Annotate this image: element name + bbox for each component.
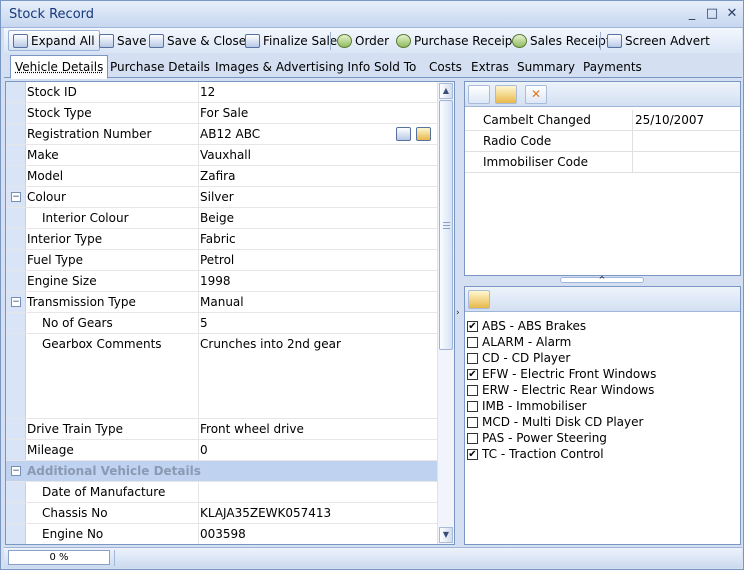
checkbox[interactable] bbox=[467, 336, 478, 348]
toolbar-separator bbox=[330, 32, 331, 50]
property-row-model[interactable]: Model Zafira bbox=[6, 166, 437, 187]
property-row-fuel-type[interactable]: Fuel Type Petrol bbox=[6, 250, 437, 271]
property-row-make[interactable]: Make Vauxhall bbox=[6, 145, 437, 166]
property-row-interior-type[interactable]: Interior Type Fabric bbox=[6, 229, 437, 250]
horizontal-splitter[interactable]: ^ bbox=[560, 275, 644, 284]
feature-checkbox[interactable]: PAS - Power Steering bbox=[467, 430, 607, 446]
features-toolbar bbox=[465, 287, 740, 312]
property-row-chassis-no[interactable]: Chassis No KLAJA35ZEWK057413 bbox=[6, 503, 437, 524]
checkbox[interactable]: ✔ bbox=[467, 448, 478, 460]
property-row-mileage[interactable]: Mileage 0 bbox=[6, 440, 437, 461]
purchase-receipt-button[interactable]: Purchase Receipt bbox=[391, 30, 522, 51]
checkbox[interactable] bbox=[467, 384, 478, 396]
registration-card-icon[interactable] bbox=[396, 127, 411, 141]
collapse-icon[interactable]: − bbox=[11, 466, 21, 476]
stock-record-window: Stock Record _ □ ✕ Expand All Save Save … bbox=[0, 0, 744, 570]
property-row-no-of-gears[interactable]: No of Gears 5 bbox=[6, 313, 437, 334]
close-icon[interactable]: ✕ bbox=[724, 6, 740, 22]
property-row-stock-type[interactable]: Stock Type For Sale bbox=[6, 103, 437, 124]
finalize-sale-button[interactable]: Finalize Sale bbox=[240, 30, 342, 51]
tab-purchase-details[interactable]: Purchase Details bbox=[106, 58, 214, 78]
property-row-registration[interactable]: Registration Number AB12 ABC bbox=[6, 124, 437, 145]
delete-icon[interactable]: ✕ bbox=[525, 85, 547, 104]
service-row-immobiliser[interactable]: Immobiliser Code bbox=[465, 152, 740, 173]
service-row-cambelt[interactable]: Cambelt Changed 25/10/2007 bbox=[465, 110, 740, 131]
expand-all-button[interactable]: Expand All bbox=[8, 30, 100, 51]
service-row-radio-code[interactable]: Radio Code bbox=[465, 131, 740, 152]
property-row-colour[interactable]: − Colour Silver bbox=[6, 187, 437, 208]
collapse-icon[interactable]: − bbox=[11, 192, 21, 202]
tab-payments[interactable]: Payments bbox=[579, 58, 646, 78]
feature-checkbox[interactable]: ALARM - Alarm bbox=[467, 334, 571, 350]
feature-checkbox[interactable]: ✔ ABS - ABS Brakes bbox=[467, 318, 586, 334]
screen-advert-button[interactable]: Screen Advert bbox=[602, 30, 715, 51]
tab-sold-to[interactable]: Sold To bbox=[370, 58, 420, 78]
printer-icon bbox=[607, 33, 622, 48]
toolbar-separator bbox=[600, 32, 601, 50]
checkbox[interactable]: ✔ bbox=[467, 368, 478, 380]
save-close-button[interactable]: Save & Close bbox=[144, 30, 251, 51]
property-row-transmission-type[interactable]: − Transmission Type Manual bbox=[6, 292, 437, 313]
checkbox[interactable] bbox=[467, 432, 478, 444]
feature-checkbox[interactable]: MCD - Multi Disk CD Player bbox=[467, 414, 643, 430]
floppy-disk-icon bbox=[99, 33, 114, 48]
feature-checkbox[interactable]: ✔ EFW - Electric Front Windows bbox=[467, 366, 656, 382]
section-additional-vehicle-details[interactable]: − Additional Vehicle Details bbox=[6, 461, 437, 482]
property-row-drive-train[interactable]: Drive Train Type Front wheel drive bbox=[6, 419, 437, 440]
chevron-up-icon[interactable]: ^ bbox=[599, 275, 606, 284]
property-row-engine-no[interactable]: Engine No 003598 bbox=[6, 524, 437, 544]
collapse-icon[interactable]: − bbox=[11, 297, 21, 307]
checkbox[interactable]: ✔ bbox=[467, 320, 478, 332]
vertical-splitter[interactable]: › bbox=[456, 81, 462, 545]
add-icon[interactable] bbox=[468, 85, 490, 104]
edit-icon[interactable] bbox=[468, 290, 490, 309]
toolbar: Expand All Save Save & Close Finalize Sa… bbox=[4, 28, 742, 53]
floppy-disk-icon bbox=[245, 33, 260, 48]
service-details-panel: ✕ Cambelt Changed 25/10/2007 Radio Code I… bbox=[464, 81, 741, 276]
checkbox[interactable] bbox=[467, 416, 478, 428]
save-button[interactable]: Save bbox=[94, 30, 151, 51]
progress-indicator: 0 % bbox=[8, 550, 110, 565]
checkbox[interactable] bbox=[467, 400, 478, 412]
feature-checkbox[interactable]: ERW - Electric Rear Windows bbox=[467, 382, 654, 398]
property-row-engine-size[interactable]: Engine Size 1998 bbox=[6, 271, 437, 292]
feature-checkbox[interactable]: IMB - Immobiliser bbox=[467, 398, 587, 414]
tab-images-advertising[interactable]: Images & Advertising Info bbox=[211, 58, 374, 78]
service-toolbar: ✕ bbox=[465, 82, 740, 107]
title-bar: Stock Record _ □ ✕ bbox=[1, 1, 743, 28]
vertical-scrollbar[interactable]: ▲ ▼ bbox=[437, 82, 454, 544]
maximize-icon[interactable]: □ bbox=[704, 6, 720, 22]
edit-icon[interactable] bbox=[416, 127, 431, 141]
checkbox[interactable] bbox=[467, 352, 478, 364]
status-bar: 0 % bbox=[4, 547, 742, 568]
tab-extras[interactable]: Extras bbox=[467, 58, 513, 78]
cash-icon bbox=[337, 33, 352, 48]
chevron-right-icon[interactable]: › bbox=[456, 308, 460, 318]
scroll-up-icon[interactable]: ▲ bbox=[439, 83, 453, 99]
tab-vehicle-details[interactable]: Vehicle Details bbox=[10, 55, 109, 79]
expand-icon bbox=[13, 33, 28, 48]
property-row-date-of-manufacture[interactable]: Date of Manufacture bbox=[6, 482, 437, 503]
cash-icon bbox=[396, 33, 411, 48]
edit-icon[interactable] bbox=[495, 85, 517, 104]
feature-checkbox[interactable]: CD - CD Player bbox=[467, 350, 570, 366]
tab-strip: Vehicle Details Purchase Details Images … bbox=[4, 54, 742, 79]
features-panel: ✔ ABS - ABS Brakes ALARM - Alarm CD - CD … bbox=[464, 286, 741, 545]
floppy-disk-icon bbox=[149, 33, 164, 48]
feature-checkbox[interactable]: ✔ TC - Traction Control bbox=[467, 446, 604, 462]
scroll-down-icon[interactable]: ▼ bbox=[439, 527, 453, 543]
vehicle-property-grid: Stock ID 12 Stock Type For Sale Registrati… bbox=[5, 81, 455, 545]
property-row-stock-id[interactable]: Stock ID 12 bbox=[6, 82, 437, 103]
property-row-interior-colour[interactable]: Interior Colour Beige bbox=[6, 208, 437, 229]
window-title: Stock Record bbox=[9, 7, 95, 22]
scroll-thumb[interactable] bbox=[439, 100, 453, 350]
tab-costs[interactable]: Costs bbox=[425, 58, 466, 78]
minimize-icon[interactable]: _ bbox=[684, 6, 700, 22]
cash-icon bbox=[512, 33, 527, 48]
order-button[interactable]: Order bbox=[332, 30, 394, 51]
tab-summary[interactable]: Summary bbox=[513, 58, 579, 78]
property-row-gearbox-comments[interactable]: Gearbox Comments Crunches into 2nd gear bbox=[6, 334, 437, 419]
